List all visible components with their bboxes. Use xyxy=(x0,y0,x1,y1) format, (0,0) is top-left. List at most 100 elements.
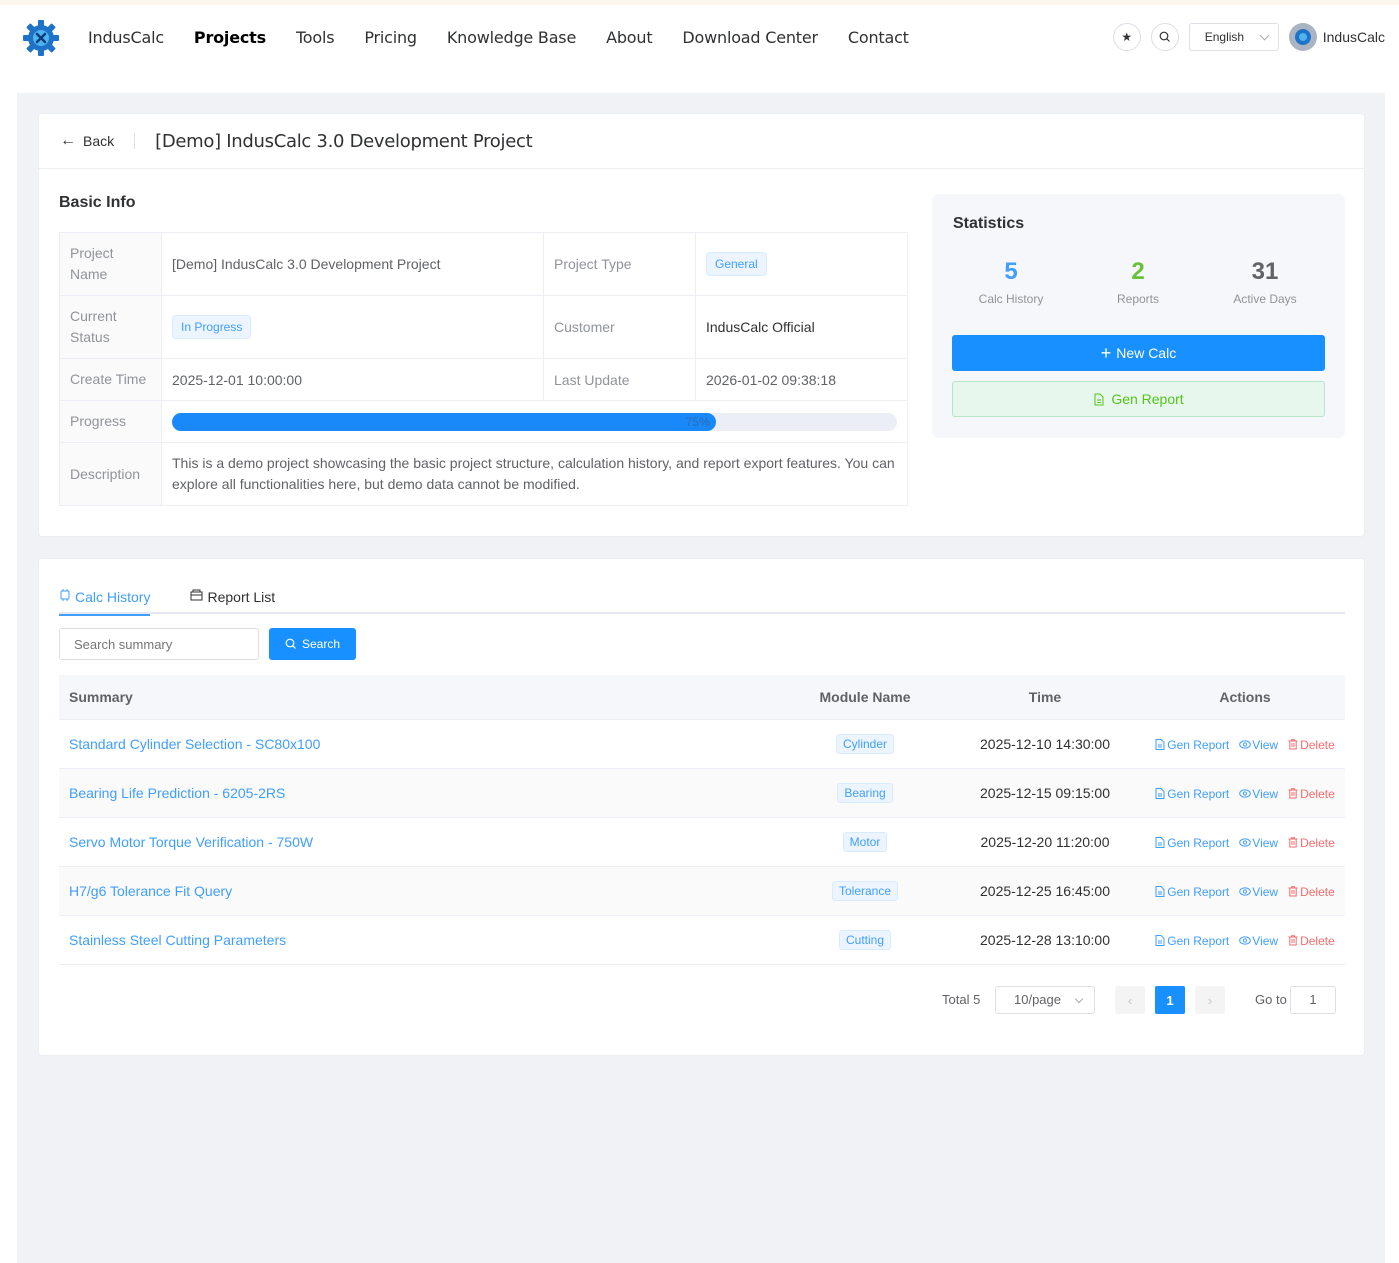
summary-cell: H7/g6 Tolerance Fit Query xyxy=(59,866,785,916)
page-header: ← Back [Demo] IndusCalc 3.0 Development … xyxy=(39,114,1364,169)
summary-cell: Servo Motor Torque Verification - 750W xyxy=(59,817,785,867)
gen-report-action[interactable]: Gen Report xyxy=(1155,934,1229,948)
tab-calc-history[interactable]: Calc History xyxy=(59,579,151,616)
summary-link[interactable]: Bearing Life Prediction - 6205-2RS xyxy=(69,785,285,801)
cpu-icon xyxy=(59,589,71,604)
project-type-tag: General xyxy=(706,252,767,276)
eye-icon xyxy=(1239,885,1252,899)
nav-item-induscalc[interactable]: IndusCalc xyxy=(73,28,179,47)
main-content: ← Back [Demo] IndusCalc 3.0 Development … xyxy=(17,93,1385,1263)
gear-logo-icon[interactable] xyxy=(22,19,60,57)
status-label: Current Status xyxy=(59,295,162,359)
view-action-label: View xyxy=(1252,737,1279,752)
back-button[interactable]: ← Back xyxy=(60,132,136,149)
language-value: English xyxy=(1204,30,1245,44)
view-action[interactable]: View xyxy=(1239,885,1278,899)
goto-page-input[interactable]: 1 xyxy=(1290,986,1336,1014)
search-icon[interactable] xyxy=(1150,23,1179,51)
star-icon[interactable]: ★ xyxy=(1112,23,1141,51)
time-cell: 2025-12-15 09:15:00 xyxy=(945,768,1145,818)
status-cell: In Progress xyxy=(161,295,544,359)
tabs: Calc History Report List xyxy=(59,579,1345,616)
summary-link[interactable]: Servo Motor Torque Verification - 750W xyxy=(69,834,313,850)
stat-label: Calc History xyxy=(978,292,1044,306)
folder-icon xyxy=(190,589,203,604)
user-menu[interactable]: IndusCalc xyxy=(1288,23,1385,51)
view-action[interactable]: View xyxy=(1239,738,1278,752)
gen-report-action[interactable]: Gen Report xyxy=(1155,836,1229,850)
summary-link[interactable]: H7/g6 Tolerance Fit Query xyxy=(69,883,232,899)
view-action[interactable]: View xyxy=(1239,934,1278,948)
search-button[interactable]: Search xyxy=(269,628,356,660)
status-badge: In Progress xyxy=(172,315,252,339)
module-tag: Cylinder xyxy=(835,733,894,754)
summary-link[interactable]: Stainless Steel Cutting Parameters xyxy=(69,932,286,948)
table-header-row: Summary Module Name Time Actions xyxy=(59,675,1345,720)
gen-report-label: Gen Report xyxy=(1111,391,1184,407)
view-action-label: View xyxy=(1252,786,1279,801)
module-tag: Bearing xyxy=(837,782,893,803)
basic-info-table: Project Name [Demo] IndusCalc 3.0 Develo… xyxy=(59,232,908,506)
document-icon xyxy=(1155,787,1167,801)
gen-report-action-label: Gen Report xyxy=(1167,933,1230,948)
nav-item-knowledge-base[interactable]: Knowledge Base xyxy=(432,28,591,47)
document-icon xyxy=(1155,885,1167,899)
stat-reports: 2 Reports xyxy=(1078,258,1198,306)
tab-report-list[interactable]: Report List xyxy=(190,579,275,614)
view-action[interactable]: View xyxy=(1239,787,1278,801)
actions-cell: Gen Report View Delete xyxy=(1145,817,1345,867)
eye-icon xyxy=(1239,787,1252,801)
gen-report-action[interactable]: Gen Report xyxy=(1155,885,1229,899)
language-select[interactable]: English xyxy=(1188,23,1279,51)
gen-report-action-label: Gen Report xyxy=(1167,835,1230,850)
gen-report-action[interactable]: Gen Report xyxy=(1155,787,1229,801)
progress-bar: 75% xyxy=(172,412,897,431)
search-input[interactable] xyxy=(59,628,259,660)
summary-link[interactable]: Standard Cylinder Selection - SC80x100 xyxy=(69,736,320,752)
arrow-left-icon: ← xyxy=(60,132,76,149)
chevron-right-icon: › xyxy=(1207,992,1213,1008)
chevron-down-icon xyxy=(1074,994,1084,1004)
delete-action[interactable]: Delete xyxy=(1288,836,1335,850)
prev-page-button[interactable]: ‹ xyxy=(1115,986,1145,1014)
eye-icon xyxy=(1239,836,1252,850)
main-nav: IndusCalc Projects Tools Pricing Knowledge B… xyxy=(73,5,924,69)
module-cell: Bearing xyxy=(785,768,945,818)
view-action-label: View xyxy=(1252,933,1279,948)
table-row: Standard Cylinder Selection - SC80x100 Cy… xyxy=(59,719,1345,769)
create-time-label: Create Time xyxy=(59,358,162,401)
gen-report-button[interactable]: Gen Report xyxy=(952,381,1325,417)
page-number-current[interactable]: 1 xyxy=(1155,986,1185,1014)
trash-icon xyxy=(1288,738,1300,752)
nav-item-about[interactable]: About xyxy=(591,28,667,47)
view-action[interactable]: View xyxy=(1239,836,1278,850)
view-action-label: View xyxy=(1252,884,1279,899)
nav-item-contact[interactable]: Contact xyxy=(833,28,924,47)
stat-calc-history: 5 Calc History xyxy=(951,258,1071,306)
nav-item-download-center[interactable]: Download Center xyxy=(667,28,832,47)
nav-item-pricing[interactable]: Pricing xyxy=(349,28,432,47)
nav-item-tools[interactable]: Tools xyxy=(281,28,349,47)
delete-action[interactable]: Delete xyxy=(1288,934,1335,948)
nav-item-projects[interactable]: Projects xyxy=(179,28,281,47)
delete-action-label: Delete xyxy=(1300,835,1335,850)
delete-action[interactable]: Delete xyxy=(1288,738,1335,752)
project-type-label: Project Type xyxy=(543,232,696,296)
customer-value: IndusCalc Official xyxy=(695,295,908,359)
delete-action[interactable]: Delete xyxy=(1288,885,1335,899)
page-size-select[interactable]: 10/page xyxy=(995,986,1095,1014)
gen-report-action[interactable]: Gen Report xyxy=(1155,738,1229,752)
delete-action-label: Delete xyxy=(1300,933,1335,948)
document-icon xyxy=(1094,393,1104,405)
delete-action[interactable]: Delete xyxy=(1288,787,1335,801)
stat-label: Reports xyxy=(1116,292,1160,306)
pagination: Total 5 10/page ‹ 1 › Go to 1 xyxy=(39,986,1345,1014)
new-calc-button[interactable]: + New Calc xyxy=(952,335,1325,371)
module-cell: Cylinder xyxy=(785,719,945,769)
chevron-down-icon xyxy=(1259,30,1270,40)
stat-value: 31 xyxy=(1251,258,1279,285)
trash-icon xyxy=(1288,885,1300,899)
next-page-button[interactable]: › xyxy=(1195,986,1225,1014)
trash-icon xyxy=(1288,787,1300,801)
module-cell: Tolerance xyxy=(785,866,945,916)
